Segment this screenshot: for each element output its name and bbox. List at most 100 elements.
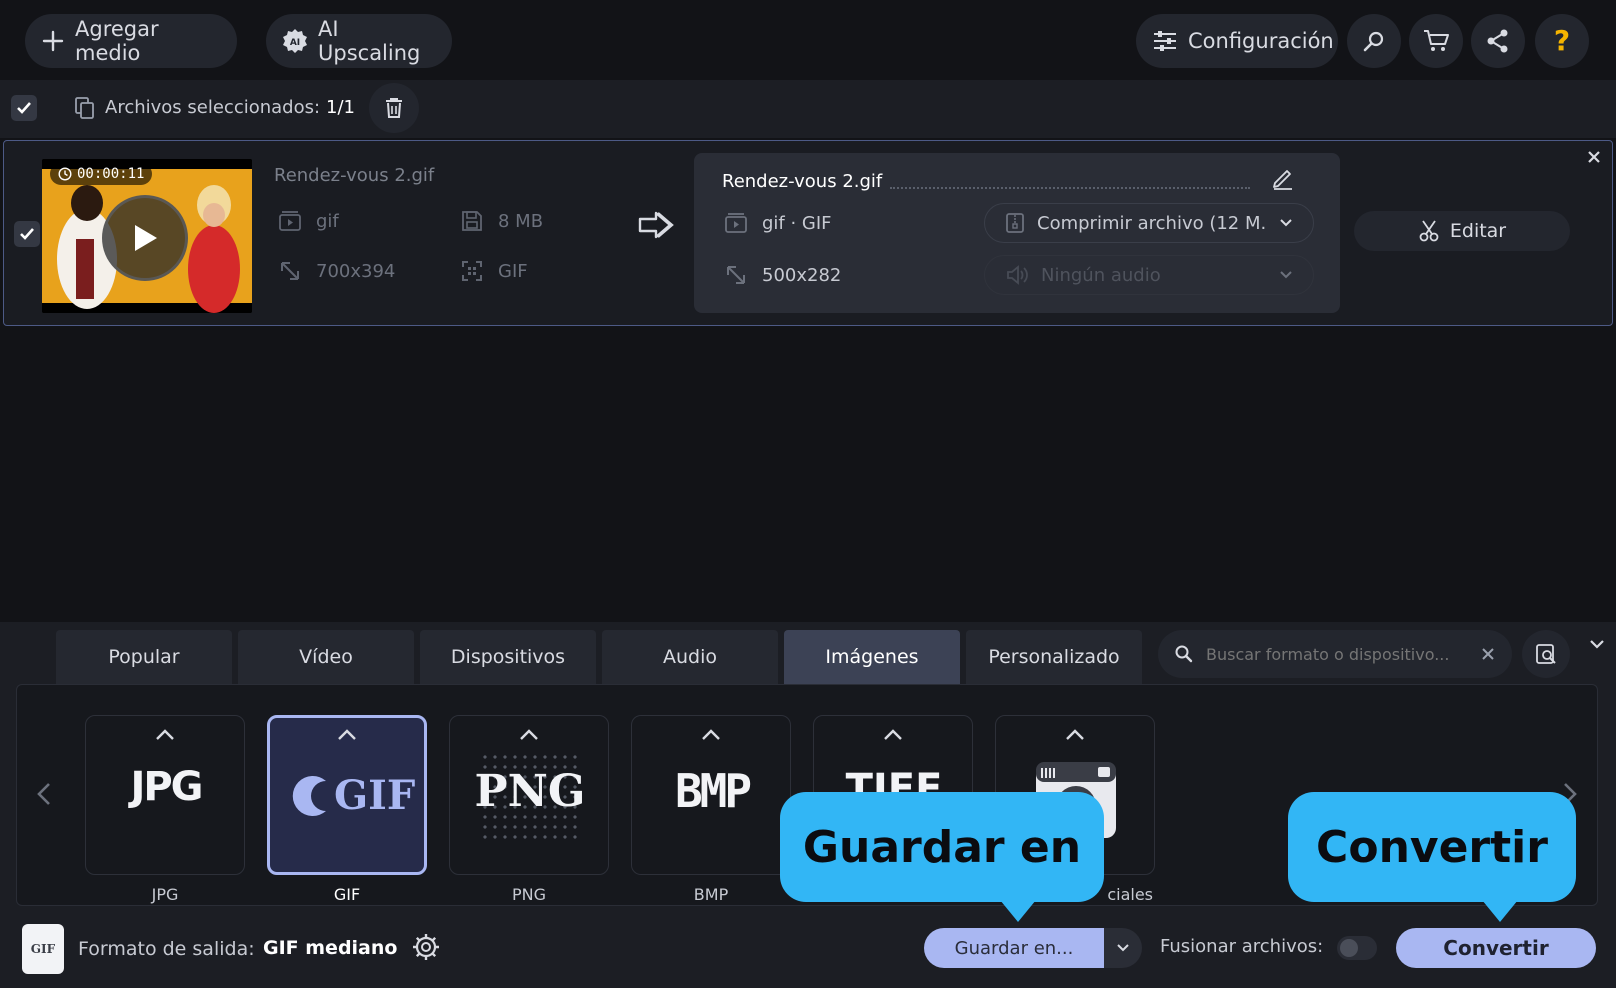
cart-button[interactable] — [1409, 14, 1463, 68]
convert-callout-text: Convertir — [1316, 821, 1548, 873]
format-search-input[interactable] — [1206, 644, 1468, 664]
ai-chip-icon: AI — [282, 28, 308, 54]
settings-label: Configuración — [1188, 29, 1334, 53]
delete-button[interactable] — [369, 83, 419, 133]
convert-button[interactable]: Convertir — [1396, 928, 1596, 968]
save-callout: Guardar en — [780, 792, 1104, 902]
format-jpg[interactable]: JPG — [85, 715, 245, 875]
collapse-panel-icon[interactable] — [1588, 638, 1606, 652]
output-resize-icon — [724, 263, 748, 287]
save-to-dropdown[interactable] — [1104, 928, 1142, 968]
chevron-up-icon — [882, 728, 904, 742]
floppy-icon — [460, 209, 484, 233]
file-checkbox[interactable] — [14, 221, 40, 247]
duration-badge: 00:00:11 — [50, 163, 153, 185]
files-icon — [74, 96, 96, 120]
tab-popular-label: Popular — [108, 646, 180, 668]
tab-images-label: Imágenes — [825, 646, 919, 668]
resize-arrow-icon — [278, 259, 302, 283]
sliders-icon — [1152, 29, 1178, 53]
rename-pencil-icon[interactable] — [1270, 165, 1296, 191]
tab-audio[interactable]: Audio — [602, 630, 778, 684]
format-bmp-label: BMP — [693, 885, 729, 904]
gear-icon[interactable] — [411, 932, 441, 962]
save-callout-pointer — [1000, 900, 1036, 922]
tab-popular[interactable]: Popular — [56, 630, 232, 684]
help-icon: ? — [1553, 24, 1571, 57]
search-magnifier-icon — [1174, 644, 1194, 664]
source-resolution: 700x394 — [278, 259, 395, 283]
gif-logo-text: GIF — [334, 772, 416, 819]
source-format: gif — [278, 209, 339, 233]
tab-video[interactable]: Vídeo — [238, 630, 414, 684]
gif-logo: GIF — [288, 772, 415, 819]
svg-text:AI: AI — [290, 38, 300, 48]
selected-files-label: Archivos seleccionados: — [105, 97, 321, 118]
help-button[interactable]: ? — [1535, 14, 1589, 68]
save-to-button[interactable]: Guardar en... — [924, 928, 1104, 968]
output-resolution[interactable]: 500x282 — [724, 263, 841, 287]
codec-icon — [460, 259, 484, 283]
output-resolution-text: 500x282 — [762, 264, 842, 286]
source-size: 8 MB — [460, 209, 543, 233]
video-thumbnail[interactable]: 00:00:11 — [42, 159, 252, 313]
add-media-button[interactable]: Agregar medio — [25, 14, 237, 68]
cart-icon — [1422, 28, 1450, 54]
format-bmp[interactable]: BMP — [631, 715, 791, 875]
audio-dropdown[interactable]: Ningún audio — [984, 255, 1314, 295]
audio-chevron-down-icon — [1279, 270, 1293, 280]
format-png[interactable]: PNG — [449, 715, 609, 875]
play-button[interactable] — [102, 195, 188, 281]
tab-audio-label: Audio — [662, 646, 717, 668]
trash-icon — [383, 96, 405, 120]
output-format-icon — [724, 211, 748, 235]
output-format-badge: GIF — [22, 924, 64, 974]
chevron-left-icon[interactable] — [35, 781, 53, 807]
ai-upscaling-button[interactable]: AI AI Upscaling — [266, 14, 452, 68]
format-jpg-label: JPG — [151, 885, 179, 904]
file-row[interactable]: 00:00:11 Rendez-vous 2.gif gif 8 MB 700x… — [3, 140, 1613, 326]
convert-arrow-icon — [636, 209, 676, 241]
device-search-icon — [1534, 642, 1558, 666]
detect-device-button[interactable] — [1522, 630, 1570, 678]
edit-button[interactable]: Editar — [1354, 211, 1570, 251]
chevron-up-icon — [1064, 728, 1086, 742]
audio-dropdown-label: Ningún audio — [1041, 264, 1161, 286]
compress-dropdown-label: Comprimir archivo (12 M... — [1037, 212, 1267, 234]
selected-files-count: 1/1 — [326, 97, 355, 118]
clock-icon — [58, 167, 72, 181]
tab-devices[interactable]: Dispositivos — [420, 630, 596, 684]
save-chevron-down-icon — [1116, 943, 1130, 953]
play-icon — [131, 223, 159, 253]
save-callout-text: Guardar en — [802, 821, 1082, 873]
output-format-text: gif · GIF — [762, 212, 832, 234]
output-format-badge-text: GIF — [30, 942, 56, 956]
close-icon[interactable] — [1586, 149, 1602, 165]
output-format-value[interactable]: GIF mediano — [263, 937, 397, 959]
share-button[interactable] — [1471, 14, 1525, 68]
output-format-label: Formato de salida: — [78, 938, 255, 960]
output-filename[interactable]: Rendez-vous 2.gif — [722, 171, 882, 192]
clear-search-icon[interactable] — [1480, 646, 1496, 662]
tab-custom[interactable]: Personalizado — [966, 630, 1142, 684]
top-toolbar: Agregar medio AI AI Upscaling Configurac… — [0, 0, 1616, 80]
source-format-text: gif — [316, 210, 339, 232]
png-logo: PNG — [474, 766, 586, 817]
merge-toggle[interactable] — [1337, 936, 1377, 960]
chevron-up-icon — [154, 728, 176, 742]
compress-dropdown[interactable]: Comprimir archivo (12 M... — [984, 203, 1314, 243]
search-button[interactable] — [1347, 14, 1401, 68]
convert-callout: Convertir — [1288, 792, 1576, 902]
save-to-label: Guardar en... — [954, 937, 1074, 959]
share-icon — [1485, 28, 1511, 54]
tab-devices-label: Dispositivos — [450, 646, 566, 668]
add-media-label: Agregar medio — [75, 17, 159, 65]
settings-button[interactable]: Configuración — [1136, 14, 1338, 68]
select-all-checkbox[interactable] — [11, 95, 37, 121]
tab-video-label: Vídeo — [299, 646, 353, 668]
source-filename: Rendez-vous 2.gif — [274, 165, 435, 186]
source-size-text: 8 MB — [498, 210, 544, 232]
format-gif[interactable]: GIF — [267, 715, 427, 875]
tab-images[interactable]: Imágenes — [784, 630, 960, 684]
plus-icon — [41, 29, 65, 53]
